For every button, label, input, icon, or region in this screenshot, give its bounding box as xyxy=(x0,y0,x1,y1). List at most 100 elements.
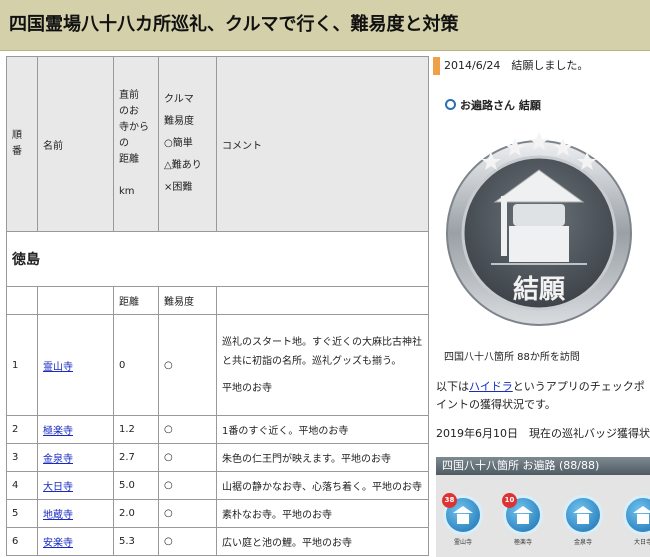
badge-label: 霊山寺 xyxy=(453,539,472,546)
row-order: 6 xyxy=(6,527,38,556)
temple-link[interactable]: 大日寺 xyxy=(43,482,73,493)
medal-caption: 四国八十八箇所 88か所を訪問 xyxy=(444,352,580,363)
medal-icon: 結願 xyxy=(446,132,632,326)
distance-header-line: の xyxy=(119,138,129,149)
news-item: 2014/6/24 結願しました。 xyxy=(433,57,588,75)
row-difficulty: ○ xyxy=(158,415,217,444)
pilgrim-icon xyxy=(563,495,603,535)
row-name-cell: 金泉寺 xyxy=(37,443,114,472)
badge-label: 金泉寺 xyxy=(573,539,592,546)
table-row: 2 極楽寺 1.2 ○ 1番のすぐ近く。平地のお寺 xyxy=(6,415,429,444)
pilgrim-badge[interactable]: 10 極楽寺 xyxy=(498,493,548,546)
distance-header-line: 直前 xyxy=(119,90,139,101)
circle-icon xyxy=(445,99,456,110)
temple-link[interactable]: 極楽寺 xyxy=(43,426,73,437)
hydra-paragraph: 以下はハイドラというアプリのチェックポイントの獲得状況です。 xyxy=(436,378,650,414)
page-title: 四国霊場八十八カ所巡礼、クルマで行く、難易度と対策 xyxy=(9,14,459,35)
sub-empty-1 xyxy=(6,286,38,315)
header-distance-lines: 直前のお寺からの距離 km xyxy=(119,88,153,200)
row-distance: 2.0 xyxy=(113,499,159,528)
header-distance: 直前のお寺からの距離 km xyxy=(113,56,159,232)
temple-link[interactable]: 地蔵寺 xyxy=(43,510,73,521)
pilgrim-badge[interactable]: 金泉寺 xyxy=(558,495,608,546)
row-difficulty: ○ xyxy=(158,314,217,416)
sub-empty-3 xyxy=(216,286,429,315)
pilgrim-icon xyxy=(623,495,650,535)
row-name-cell: 霊山寺 xyxy=(37,314,114,416)
badge-count: 38 xyxy=(442,493,457,508)
badge-bar-title: 四国八十八箇所 お遍路 (88/88) xyxy=(436,457,650,475)
sub-empty-2 xyxy=(37,286,114,315)
row-name-cell: 安楽寺 xyxy=(37,527,114,556)
row-distance: 2.7 xyxy=(113,443,159,472)
para-prefix: 以下は xyxy=(436,380,469,393)
hydra-link[interactable]: ハイドラ xyxy=(469,380,513,393)
temple-table: 順番 名前 直前のお寺からの距離 km クルマ難易度 ○簡単 △難あり ×困難 コメン… xyxy=(6,56,429,556)
region-row: 徳島 xyxy=(6,231,429,287)
table-row: 4 大日寺 5.0 ○ 山裾の静かなお寺、心落ち着く。平地のお寺 xyxy=(6,471,429,500)
row-comment: 巡礼のスタート地。すぐ近くの大麻比古神社と共に初詣の名所。巡礼グッズも揃う。平地… xyxy=(216,314,429,416)
difficulty-header-line: ○簡単 xyxy=(164,138,193,149)
distance-header-line: km xyxy=(119,186,135,197)
difficulty-header-line: クルマ xyxy=(164,94,194,105)
row-name-cell: 地蔵寺 xyxy=(37,499,114,528)
header-difficulty-lines: クルマ難易度 ○簡単 △難あり ×困難 xyxy=(164,89,211,199)
row-distance: 5.3 xyxy=(113,527,159,556)
row-comment: 広い庭と池の鯉。平地のお寺 xyxy=(216,527,429,556)
difficulty-header-line: △難あり xyxy=(164,160,202,171)
badge-count: 10 xyxy=(502,493,517,508)
page-header: 四国霊場八十八カ所巡礼、クルマで行く、難易度と対策 xyxy=(0,0,650,51)
henro-title-text: お遍路さん 結願 xyxy=(460,99,541,112)
subheader-row: 距離 難易度 xyxy=(6,286,429,315)
difficulty-header-line: ×困難 xyxy=(164,182,193,193)
row-comment-text-2: 平地のお寺 xyxy=(222,382,272,394)
row-order: 5 xyxy=(6,499,38,528)
table-header-row: 順番 名前 直前のお寺からの距離 km クルマ難易度 ○簡単 △難あり ×困難 コメン… xyxy=(6,56,429,232)
header-order-text: 順番 xyxy=(12,130,22,157)
row-difficulty: ○ xyxy=(158,471,217,500)
temple-link[interactable]: 金泉寺 xyxy=(43,454,73,465)
row-comment: 1番のすぐ近く。平地のお寺 xyxy=(216,415,429,444)
medal-text: 結願 xyxy=(513,274,566,305)
row-comment: 山裾の静かなお寺、心落ち着く。平地のお寺 xyxy=(216,471,429,500)
henro-widget-title: お遍路さん 結願 xyxy=(445,97,541,113)
row-order: 3 xyxy=(6,443,38,472)
date-line: 2019年6月10日 現在の巡礼バッジ獲得状況 xyxy=(436,427,650,440)
region-label: 徳島 xyxy=(6,231,429,287)
row-order: 1 xyxy=(6,314,38,416)
row-difficulty: ○ xyxy=(158,527,217,556)
pilgrim-badge[interactable]: 大日寺 xyxy=(618,495,650,546)
row-order: 2 xyxy=(6,415,38,444)
pilgrim-badge[interactable]: 38 霊山寺 xyxy=(438,493,488,546)
table-row: 1 霊山寺 0 ○ 巡礼のスタート地。すぐ近くの大麻比古神社と共に初詣の名所。巡… xyxy=(6,314,429,416)
kechigan-medal: 結願 xyxy=(443,122,635,348)
row-name-cell: 大日寺 xyxy=(37,471,114,500)
header-comment: コメント xyxy=(216,56,429,232)
header-name: 名前 xyxy=(37,56,114,232)
row-distance: 5.0 xyxy=(113,471,159,500)
sidebar: 2014/6/24 結願しました。 お遍路さん 結願 結願 四国八十八箇所 88… xyxy=(433,50,650,557)
difficulty-header-line: 難易度 xyxy=(164,116,194,127)
row-comment: 素朴なお寺。平地のお寺 xyxy=(216,499,429,528)
distance-header-line: 寺から xyxy=(119,122,149,133)
row-distance: 0 xyxy=(113,314,159,416)
distance-header-line: のお xyxy=(119,106,139,117)
distance-header-line xyxy=(119,168,153,184)
header-difficulty: クルマ難易度 ○簡単 △難あり ×困難 xyxy=(158,56,217,232)
row-comment: 朱色の仁王門が映えます。平地のお寺 xyxy=(216,443,429,472)
badge-list: 38 霊山寺 10 極楽寺 金泉寺 大日寺 xyxy=(436,475,650,557)
temple-link[interactable]: 安楽寺 xyxy=(43,538,73,549)
row-order: 4 xyxy=(6,471,38,500)
row-comment-text: 巡礼のスタート地。すぐ近くの大麻比古神社と共に初詣の名所。巡礼グッズも揃う。 xyxy=(222,336,422,367)
row-difficulty: ○ xyxy=(158,499,217,528)
table-row: 6 安楽寺 5.3 ○ 広い庭と池の鯉。平地のお寺 xyxy=(6,527,429,556)
badge-label: 極楽寺 xyxy=(513,539,532,546)
table-row: 5 地蔵寺 2.0 ○ 素朴なお寺。平地のお寺 xyxy=(6,499,429,528)
distance-header-line: 距離 xyxy=(119,154,139,165)
sub-distance: 距離 xyxy=(113,286,159,315)
table-row: 3 金泉寺 2.7 ○ 朱色の仁王門が映えます。平地のお寺 xyxy=(6,443,429,472)
row-difficulty: ○ xyxy=(158,443,217,472)
badge-label: 大日寺 xyxy=(633,539,650,546)
temple-link[interactable]: 霊山寺 xyxy=(43,362,73,373)
row-distance: 1.2 xyxy=(113,415,159,444)
